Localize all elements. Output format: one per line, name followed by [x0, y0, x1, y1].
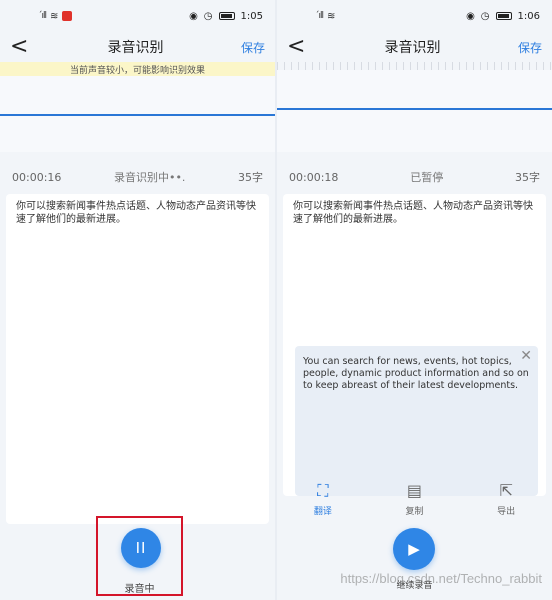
notification-icon — [62, 11, 73, 21]
waveform-line — [277, 108, 552, 110]
play-icon: ▶ — [408, 540, 420, 558]
export-icon: ⇱ — [499, 481, 513, 500]
alarm-icon: ◷ — [203, 10, 213, 22]
nfc-icon: ◉ — [189, 10, 198, 22]
nfc-icon: ◉ — [466, 10, 475, 22]
transcript-card[interactable]: 你可以搜索新闻事件热点话题、人物动态产品资讯等快速了解他们的最新进展。 ✕ Yo… — [283, 194, 546, 496]
status-bar: ´ıll ≋ ◉ ◷ 1:05 — [0, 0, 275, 32]
back-icon[interactable]: < — [287, 36, 307, 58]
page-title: 录音识别 — [384, 40, 441, 56]
alarm-icon: ◷ — [480, 10, 490, 22]
screenshot: ´ıll ≋ ◉ ◷ 1:05 < 录音识别 保存 当前声音较小，可能影响识别效… — [0, 0, 552, 600]
export-button[interactable]: ⇱ 导出 — [476, 481, 536, 518]
pause-button[interactable]: II — [121, 528, 161, 568]
wifi-icon: ≋ — [327, 10, 336, 22]
transcript-text: 你可以搜索新闻事件热点话题、人物动态产品资讯等快速了解他们的最新进展。 — [293, 201, 533, 225]
signal-icon: ´ıll — [315, 11, 324, 21]
signal-icon: ´ıll — [38, 11, 47, 21]
status-time: 1:06 — [517, 10, 540, 22]
elapsed-time: 00:00:18 — [289, 170, 339, 184]
record-controls: II 录音中 — [0, 510, 275, 600]
phone-paused: ´ıll ≋ ◉ ◷ 1:06 < 录音识别 保存 00:00:18 已暂停 3… — [277, 0, 552, 600]
translate-button[interactable]: ⛶ 翻译 — [293, 481, 353, 518]
translation-text: You can search for news, events, hot top… — [303, 356, 529, 391]
recording-label: 录音中 — [124, 584, 155, 595]
continue-record-button[interactable]: ▶ — [393, 528, 435, 570]
pause-icon: II — [135, 539, 147, 557]
wifi-icon: ≋ — [50, 10, 59, 22]
waveform[interactable] — [277, 70, 552, 152]
waveform — [0, 76, 275, 152]
export-label: 导出 — [497, 507, 516, 517]
paused-status: 已暂停 — [410, 171, 444, 184]
status-bar: ´ıll ≋ ◉ ◷ 1:06 — [277, 0, 552, 32]
highlight-frame: II 录音中 — [96, 516, 183, 596]
volume-tip: 当前声音较小，可能影响识别效果 — [0, 62, 275, 76]
nav-bar: < 录音识别 保存 — [0, 32, 275, 62]
toolbar: ⛶ 翻译 ▤ 复制 ⇱ 导出 — [277, 481, 552, 518]
waveform-line — [0, 114, 275, 116]
transcript-text: 你可以搜索新闻事件热点话题、人物动态产品资讯等快速了解他们的最新进展。 — [16, 201, 256, 225]
copy-label: 复制 — [405, 507, 424, 517]
elapsed-time: 00:00:16 — [12, 170, 62, 184]
transcript-card[interactable]: 你可以搜索新闻事件热点话题、人物动态产品资讯等快速了解他们的最新进展。 — [6, 194, 269, 524]
close-icon[interactable]: ✕ — [520, 349, 532, 363]
timeline-ruler — [277, 62, 552, 70]
char-count: 35字 — [515, 171, 540, 184]
translate-label: 翻译 — [313, 507, 332, 517]
copy-icon: ▤ — [406, 481, 423, 500]
info-bar: 00:00:18 已暂停 35字 — [277, 160, 552, 194]
battery-icon — [495, 12, 512, 20]
recognition-status: 录音识别中••. — [113, 171, 186, 184]
watermark: https://blog.csdn.net/Techno_rabbit — [340, 571, 542, 586]
translation-panel: ✕ You can search for news, events, hot t… — [295, 346, 538, 496]
page-title: 录音识别 — [107, 40, 164, 56]
status-time: 1:05 — [240, 10, 263, 22]
scan-translate-icon: ⛶ — [317, 481, 329, 500]
save-button[interactable]: 保存 — [241, 39, 265, 56]
save-button[interactable]: 保存 — [518, 39, 542, 56]
copy-button[interactable]: ▤ 复制 — [384, 481, 444, 518]
battery-icon — [218, 12, 235, 20]
phone-recording: ´ıll ≋ ◉ ◷ 1:05 < 录音识别 保存 当前声音较小，可能影响识别效… — [0, 0, 275, 600]
char-count: 35字 — [237, 171, 263, 184]
info-bar: 00:00:16 录音识别中••. 35字 — [0, 160, 275, 194]
back-icon[interactable]: < — [10, 36, 30, 58]
nav-bar: < 录音识别 保存 — [277, 32, 552, 62]
